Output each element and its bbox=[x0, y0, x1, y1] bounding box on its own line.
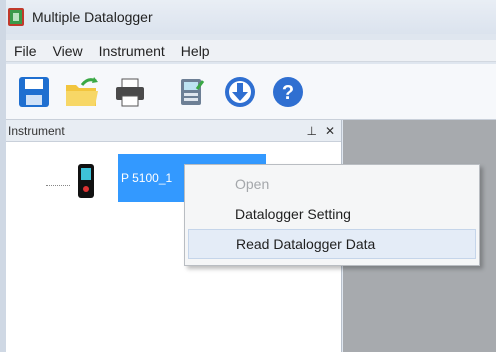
settings-button[interactable] bbox=[172, 72, 212, 112]
context-menu-open[interactable]: Open bbox=[185, 169, 479, 199]
download-button[interactable] bbox=[220, 72, 260, 112]
menu-instrument[interactable]: Instrument bbox=[91, 43, 173, 59]
menu-view[interactable]: View bbox=[45, 43, 91, 59]
window-title: Multiple Datalogger bbox=[32, 9, 153, 25]
download-icon bbox=[225, 76, 255, 107]
help-icon: ? bbox=[273, 76, 303, 107]
save-button[interactable] bbox=[14, 72, 54, 112]
context-menu-read-datalogger-data[interactable]: Read Datalogger Data bbox=[188, 229, 476, 259]
toolbar: ? bbox=[6, 64, 496, 120]
svg-text:?: ? bbox=[282, 82, 294, 104]
app-window: Multiple Datalogger File View Instrument… bbox=[0, 0, 496, 352]
print-button[interactable] bbox=[110, 72, 150, 112]
save-icon bbox=[19, 76, 49, 107]
panel-title: Instrument bbox=[8, 123, 65, 138]
menu-bar: File View Instrument Help bbox=[6, 40, 496, 62]
panel-controls: ⊥ ✕ bbox=[306, 124, 335, 138]
menu-help[interactable]: Help bbox=[173, 43, 218, 59]
context-menu: Open Datalogger Setting Read Datalogger … bbox=[184, 164, 480, 266]
context-menu-datalogger-setting[interactable]: Datalogger Setting bbox=[185, 199, 479, 229]
datalogger-device-icon[interactable] bbox=[78, 164, 94, 198]
settings-icon bbox=[181, 78, 205, 105]
open-button[interactable] bbox=[62, 72, 102, 112]
panel-header: Instrument ⊥ ✕ bbox=[6, 120, 341, 142]
help-button[interactable]: ? bbox=[268, 72, 308, 112]
pin-icon[interactable]: ⊥ bbox=[306, 124, 316, 138]
close-icon[interactable]: ✕ bbox=[325, 124, 335, 138]
open-folder-icon bbox=[66, 76, 98, 106]
menu-file[interactable]: File bbox=[6, 43, 45, 59]
print-icon bbox=[116, 78, 144, 106]
tree-node-label: P 5100_1 bbox=[121, 171, 173, 185]
title-bar: Multiple Datalogger bbox=[6, 0, 496, 34]
app-icon bbox=[8, 8, 24, 26]
tree-connector bbox=[46, 185, 70, 186]
